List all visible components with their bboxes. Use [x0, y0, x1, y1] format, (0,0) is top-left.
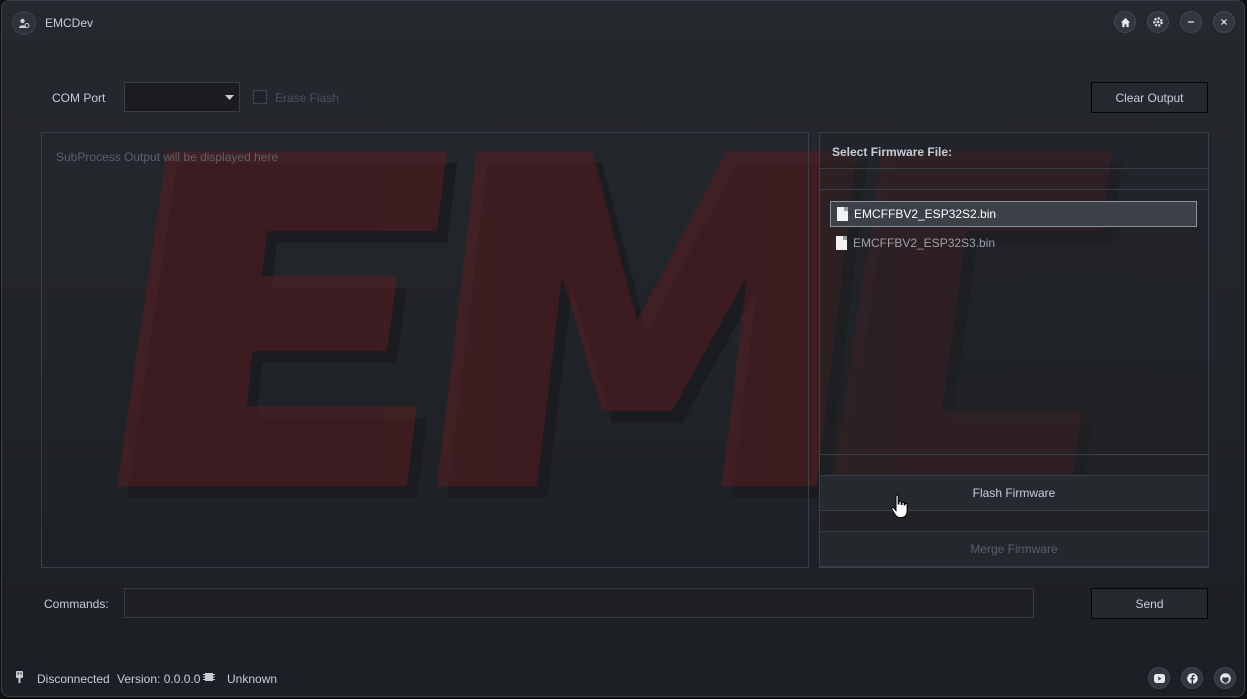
- firmware-file-name: EMCFFBV2_ESP32S2.bin: [854, 207, 997, 221]
- file-icon: [836, 236, 847, 250]
- file-icon: [837, 207, 848, 221]
- youtube-icon: [1153, 673, 1165, 683]
- firmware-file-item[interactable]: EMCFFBV2_ESP32S3.bin: [830, 230, 1197, 256]
- chip-status: Unknown: [227, 672, 278, 686]
- app-logo-icon: [12, 11, 36, 35]
- erase-flash-checkbox[interactable]: [253, 90, 267, 104]
- facebook-icon: [1186, 672, 1198, 684]
- erase-flash-label: Erase Flash: [275, 91, 340, 105]
- youtube-link[interactable]: [1148, 667, 1170, 689]
- firmware-file-item[interactable]: EMCFFBV2_ESP32S2.bin: [830, 201, 1197, 227]
- output-placeholder: SubProcess Output will be displayed here: [56, 150, 279, 164]
- window-title: EMCDev: [45, 16, 94, 30]
- flash-firmware-button[interactable]: Flash Firmware: [820, 475, 1208, 511]
- firmware-panel: Select Firmware File: EMCFFBV2_ESP32S2.b…: [819, 132, 1209, 568]
- output-console[interactable]: SubProcess Output will be displayed here: [41, 132, 809, 568]
- close-button[interactable]: [1213, 11, 1235, 33]
- divider: [820, 168, 1208, 169]
- com-port-select[interactable]: [124, 82, 240, 112]
- app-window: EMCDev COM Port Erase Flash Clear Output…: [1, 0, 1245, 697]
- divider: [820, 189, 1208, 190]
- send-button[interactable]: Send: [1091, 588, 1208, 619]
- usb-plug-icon: [16, 671, 23, 683]
- com-port-label: COM Port: [52, 91, 106, 105]
- firmware-panel-title: Select Firmware File:: [832, 145, 953, 159]
- version-text: Version: 0.0.0.0: [117, 672, 201, 686]
- merge-firmware-button[interactable]: Merge Firmware: [820, 531, 1208, 567]
- clear-output-button[interactable]: Clear Output: [1091, 82, 1208, 113]
- connection-status: Disconnected: [37, 672, 110, 686]
- settings-button[interactable]: [1147, 11, 1169, 33]
- firmware-file-name: EMCFFBV2_ESP32S3.bin: [853, 236, 996, 250]
- github-icon: [1219, 672, 1231, 684]
- minimize-icon: [1188, 21, 1194, 23]
- chip-icon: [203, 673, 215, 681]
- minimize-button[interactable]: [1180, 11, 1202, 33]
- title-bar: EMCDev: [2, 1, 1244, 45]
- status-bar: Disconnected Version: 0.0.0.0 Unknown: [2, 663, 1244, 693]
- home-button[interactable]: [1114, 11, 1136, 33]
- divider: [820, 454, 1208, 455]
- home-icon: [1120, 17, 1130, 27]
- facebook-link[interactable]: [1181, 667, 1203, 689]
- chevron-down-icon: [221, 85, 237, 109]
- github-link[interactable]: [1214, 667, 1236, 689]
- commands-label: Commands:: [44, 597, 109, 611]
- hand-cursor-icon: [891, 494, 908, 518]
- command-input[interactable]: [124, 588, 1034, 618]
- gear-icon: [1153, 17, 1163, 27]
- close-icon: [1221, 19, 1227, 25]
